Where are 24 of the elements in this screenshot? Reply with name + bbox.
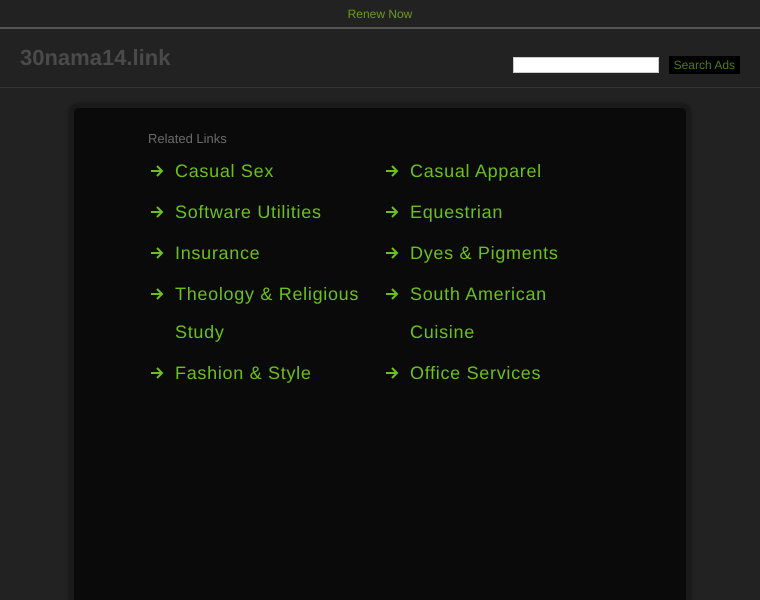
arrow-icon bbox=[385, 247, 399, 259]
related-link[interactable]: Software Utilities bbox=[175, 193, 375, 231]
arrow-icon bbox=[385, 288, 399, 300]
section-title: Related Links bbox=[148, 131, 228, 146]
related-link[interactable]: Casual Apparel bbox=[410, 152, 610, 190]
related-link[interactable]: South American Cuisine bbox=[410, 275, 610, 351]
arrow-icon bbox=[150, 165, 164, 177]
arrow-icon bbox=[150, 367, 164, 379]
arrow-icon bbox=[150, 206, 164, 218]
related-link[interactable]: Insurance bbox=[175, 234, 375, 272]
related-link[interactable]: Casual Sex bbox=[175, 152, 375, 190]
search-field[interactable] bbox=[512, 57, 659, 73]
related-link[interactable]: Office Services bbox=[410, 354, 610, 392]
arrow-icon bbox=[385, 206, 399, 218]
arrow-icon bbox=[150, 247, 164, 259]
renew-link[interactable]: Renew Now bbox=[348, 6, 412, 20]
related-link[interactable]: Dyes & Pigments bbox=[410, 234, 610, 272]
related-link[interactable]: Fashion & Style bbox=[175, 354, 375, 392]
arrow-icon bbox=[385, 367, 399, 379]
related-link[interactable]: Theology & Religious Study bbox=[175, 275, 375, 351]
search-button[interactable]: Search Ads bbox=[668, 56, 740, 74]
arrow-icon bbox=[385, 165, 399, 177]
related-link[interactable]: Equestrian bbox=[410, 193, 610, 231]
arrow-icon bbox=[150, 288, 164, 300]
